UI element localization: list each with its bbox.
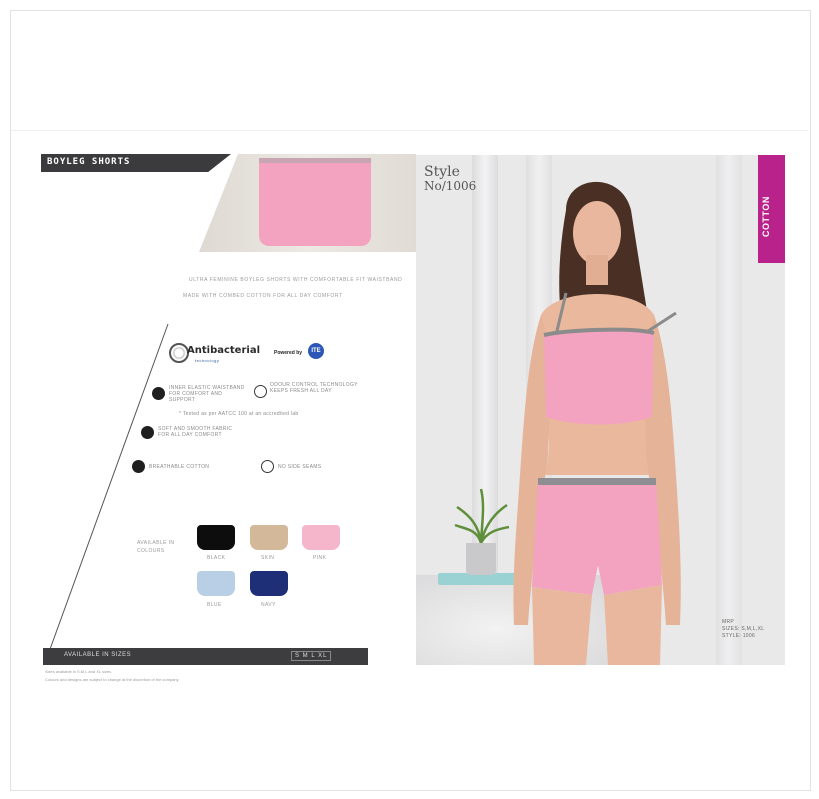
swatch-label-blue: BLUE bbox=[207, 602, 222, 608]
sizes-box: S M L XL bbox=[291, 651, 332, 661]
shield-icon bbox=[152, 387, 165, 400]
swatch-label-skin: SKIN bbox=[261, 555, 275, 561]
antibacterial-sub: technology bbox=[195, 358, 220, 363]
top-divider bbox=[11, 130, 808, 131]
swatch-black bbox=[197, 525, 235, 550]
note-1: Sizes available in S,M,L and XL sizes bbox=[45, 669, 112, 674]
swatch-label-black: BLACK bbox=[207, 555, 226, 561]
sizes-footer-bar: AVAILABLE IN SIZES S M L XL bbox=[43, 648, 368, 665]
antibacterial-icon bbox=[169, 343, 189, 363]
feature-text-1: INNER ELASTIC WAISTBAND FOR COMFORT AND … bbox=[169, 385, 245, 403]
photo-note-line-3: STYLE: 1006 bbox=[722, 633, 756, 639]
powered-by-logo: ITE bbox=[308, 343, 324, 359]
feature-text-3: SOFT AND SMOOTH FABRIC FOR ALL DAY COMFO… bbox=[158, 426, 233, 438]
no-sign-icon bbox=[254, 385, 267, 398]
footer-text: AVAILABLE IN SIZES bbox=[64, 652, 132, 658]
model-image bbox=[513, 181, 681, 665]
swatch-blue bbox=[197, 571, 235, 596]
swatch-label-navy: NAVY bbox=[261, 602, 276, 608]
colors-label-2: COLOURS bbox=[137, 548, 165, 554]
photo-note-line-1: MRP bbox=[722, 619, 735, 625]
style-word: Style bbox=[424, 164, 460, 180]
section-title-bar: BOYLEG SHORTS bbox=[41, 154, 231, 172]
swatch-pink bbox=[302, 525, 340, 550]
style-label: Style No/1006 bbox=[424, 165, 476, 193]
section-title: BOYLEG SHORTS bbox=[47, 157, 131, 167]
antibacterial-title: Antibacterial bbox=[187, 345, 260, 356]
feature-text-5: NO SIDE SEAMS bbox=[278, 464, 322, 470]
catalog-left-page: BOYLEG SHORTS ULTRA FEMININE BOYLEG SHOR… bbox=[41, 154, 416, 684]
footnote: * Tested as per AATCC 100 at an accredit… bbox=[179, 411, 299, 417]
photo-note: MRP SIZES: S,M,L,XL STYLE: 1006 bbox=[722, 619, 764, 640]
product-photo: Style No/1006 COTTON MRP SIZES: S,M,L,XL… bbox=[416, 155, 785, 665]
photo-note-line-2: SIZES: S,M,L,XL bbox=[722, 626, 765, 632]
tshirt-icon bbox=[141, 426, 154, 439]
swatch-navy bbox=[250, 571, 288, 596]
note-2: Colours and designs are subject to chang… bbox=[45, 677, 179, 682]
colors-label-1: AVAILABLE IN bbox=[137, 540, 175, 546]
brand-name: COTTON bbox=[761, 196, 771, 237]
swatch-skin bbox=[250, 525, 288, 550]
tag-icon bbox=[261, 460, 274, 473]
feature-text-2: ODOUR CONTROL TECHNOLOGY KEEPS FRESH ALL… bbox=[270, 382, 358, 394]
description-line-2: MADE WITH COMBED COTTON FOR ALL DAY COMF… bbox=[183, 293, 343, 299]
description-line-1: ULTRA FEMININE BOYLEG SHORTS WITH COMFOR… bbox=[189, 277, 403, 283]
shorts-image bbox=[259, 158, 371, 246]
antibacterial-badge: Antibacterial technology bbox=[169, 341, 269, 369]
brand-tab: COTTON bbox=[758, 155, 785, 263]
product-thumbnail bbox=[199, 154, 416, 252]
style-number: No/1006 bbox=[424, 179, 477, 193]
leaf-icon bbox=[132, 460, 145, 473]
swatch-label-pink: PINK bbox=[313, 555, 327, 561]
feature-text-4: BREATHABLE COTTON bbox=[149, 464, 210, 470]
powered-by-label: Powered by bbox=[274, 350, 303, 356]
